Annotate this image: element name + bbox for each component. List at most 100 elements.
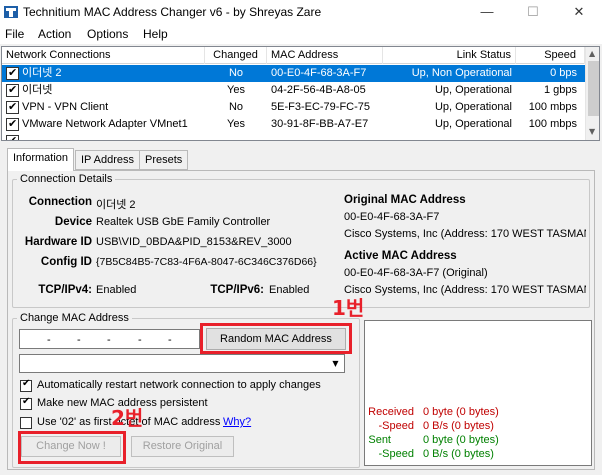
restart-connection-checkbox[interactable] — [20, 378, 32, 392]
use-02-checkbox[interactable] — [20, 417, 32, 429]
chevron-down-icon[interactable]: ▼ — [327, 355, 344, 372]
mac-separator: - — [107, 334, 111, 346]
active-mac-value: 00-E0-4F-68-3A-F7 (Original) — [344, 267, 488, 279]
row-name: 이더넷 — [22, 84, 53, 96]
row-changed: Yes — [227, 118, 245, 130]
row-checkbox[interactable] — [6, 117, 19, 131]
scroll-thumb[interactable] — [588, 61, 599, 116]
connection-label: Connection — [28, 196, 92, 208]
annotation-label-2: 2번 — [111, 406, 144, 430]
tcpipv4-value: Enabled — [96, 284, 137, 296]
mac-separator: - — [138, 334, 142, 346]
row-status: Up, Operational — [434, 101, 512, 113]
row-mac: 00-E0-4F-68-3A-F7 — [271, 67, 367, 79]
row-mac: 04-2F-56-4B-A8-05 — [271, 84, 366, 96]
restore-original-button[interactable]: Restore Original — [131, 436, 234, 457]
scroll-up-icon[interactable]: ▲ — [589, 49, 595, 58]
row-changed: No — [228, 67, 244, 79]
close-button[interactable]: ✕ — [556, 0, 602, 24]
row-speed: 1 gbps — [543, 84, 577, 96]
list-row-partial[interactable] — [2, 133, 585, 140]
annotation-label-1: 1번 — [332, 296, 365, 320]
scroll-down-icon[interactable]: ▼ — [589, 127, 595, 136]
maximize-button[interactable]: ☐ — [510, 0, 556, 24]
mac-separator: - — [168, 334, 172, 346]
row-status: Up, Non Operational — [411, 67, 512, 79]
config-id-label: Config ID — [40, 256, 92, 268]
list-row[interactable]: 이더넷 Yes 04-2F-56-4B-A8-05 Up, Operationa… — [2, 82, 585, 99]
sent-label: Sent — [368, 434, 391, 446]
column-link-status[interactable]: Link Status — [383, 47, 516, 64]
connection-details-title: Connection Details — [17, 173, 116, 185]
list-row[interactable]: VPN - VPN Client No 5E-F3-EC-79-FC-75 Up… — [2, 99, 585, 116]
tcpipv4-label: TCP/IPv4: — [38, 284, 92, 296]
row-changed: Yes — [227, 84, 245, 96]
row-status: Up, Operational — [434, 84, 512, 96]
original-mac-block: Original MAC Address 00-E0-4F-68-3A-F7 C… — [344, 194, 586, 244]
menu-action[interactable]: Action — [38, 27, 71, 41]
active-mac-vendor: Cisco Systems, Inc (Address: 170 WEST TA… — [344, 284, 586, 296]
connection-value: 이더넷 2 — [96, 199, 136, 211]
original-mac-title: Original MAC Address — [344, 194, 466, 206]
row-name: 이더넷 2 — [22, 67, 62, 79]
row-checkbox[interactable] — [6, 100, 19, 114]
sent-speed-value: 0 B/s (0 bytes) — [423, 448, 494, 460]
column-speed[interactable]: Speed — [516, 47, 585, 64]
app-icon — [3, 4, 19, 20]
tab-ip-address[interactable]: IP Address — [75, 150, 140, 170]
annotation-box-1 — [200, 323, 352, 354]
annotation-box-2 — [18, 431, 126, 464]
column-mac-address[interactable]: MAC Address — [267, 47, 383, 64]
device-value: Realtek USB GbE Family Controller — [96, 216, 271, 228]
received-value: 0 byte (0 bytes) — [423, 406, 499, 418]
minimize-button[interactable]: — — [464, 0, 510, 24]
tcpipv6-label: TCP/IPv6: — [210, 284, 264, 296]
change-mac-title: Change MAC Address — [17, 312, 132, 324]
row-speed: 100 mbps — [528, 101, 577, 113]
config-id-value: {7B5C84B5-7C83-4F6A-8047-6C346C376D66} — [96, 256, 317, 268]
received-speed-label: -Speed — [378, 420, 414, 432]
received-label: Received — [368, 406, 414, 418]
why-link[interactable]: Why? — [223, 416, 251, 428]
list-row[interactable]: 이더넷 2 No 00-E0-4F-68-3A-F7 Up, Non Opera… — [2, 65, 585, 82]
persistent-checkbox[interactable] — [20, 396, 32, 410]
window-title: Technitium MAC Address Changer v6 - by S… — [23, 5, 322, 19]
list-row[interactable]: VMware Network Adapter VMnet1 Yes 30-91-… — [2, 116, 585, 133]
row-speed: 0 bps — [550, 67, 577, 79]
original-mac-value: 00-E0-4F-68-3A-F7 — [344, 211, 440, 223]
menu-help[interactable]: Help — [143, 27, 168, 41]
active-mac-block: Active MAC Address 00-E0-4F-68-3A-F7 (Or… — [344, 250, 586, 300]
tab-information[interactable]: Information — [7, 148, 75, 171]
row-name: VMware Network Adapter VMnet1 — [22, 118, 188, 130]
restart-connection-label: Automatically restart network connection… — [37, 379, 321, 391]
hardware-id-label: Hardware ID — [24, 236, 92, 248]
tcpipv6-value: Enabled — [269, 284, 310, 296]
mac-separator: - — [77, 334, 81, 346]
column-changed[interactable]: Changed — [205, 47, 267, 64]
menu-options[interactable]: Options — [87, 27, 128, 41]
column-network-connections[interactable]: Network Connections — [2, 47, 205, 64]
row-checkbox[interactable] — [6, 134, 19, 140]
row-checkbox[interactable] — [6, 83, 19, 97]
device-label: Device — [54, 216, 92, 228]
hardware-id-value: USB\VID_0BDA&PID_8153&REV_3000 — [96, 236, 292, 248]
mac-separator: - — [47, 334, 51, 346]
network-connections-list[interactable]: Network Connections Changed MAC Address … — [1, 46, 600, 141]
row-changed: No — [228, 101, 244, 113]
row-mac: 30-91-8F-BB-A7-E7 — [271, 118, 369, 130]
list-header: Network Connections Changed MAC Address … — [2, 47, 585, 64]
row-speed: 100 mbps — [528, 118, 577, 130]
row-checkbox[interactable] — [6, 66, 19, 80]
preset-dropdown[interactable]: ▼ — [19, 354, 345, 373]
list-scrollbar[interactable]: ▲ ▼ — [585, 47, 599, 140]
row-mac: 5E-F3-EC-79-FC-75 — [271, 101, 371, 113]
active-mac-title: Active MAC Address — [344, 250, 457, 262]
tab-presets[interactable]: Presets — [139, 150, 189, 170]
sent-speed-label: -Speed — [378, 448, 414, 460]
received-speed-value: 0 B/s (0 bytes) — [423, 420, 494, 432]
original-mac-vendor: Cisco Systems, Inc (Address: 170 WEST TA… — [344, 228, 586, 240]
menu-file[interactable]: File — [5, 27, 24, 41]
row-name: VPN - VPN Client — [22, 101, 109, 113]
sent-value: 0 byte (0 bytes) — [423, 434, 499, 446]
row-status: Up, Operational — [434, 118, 512, 130]
